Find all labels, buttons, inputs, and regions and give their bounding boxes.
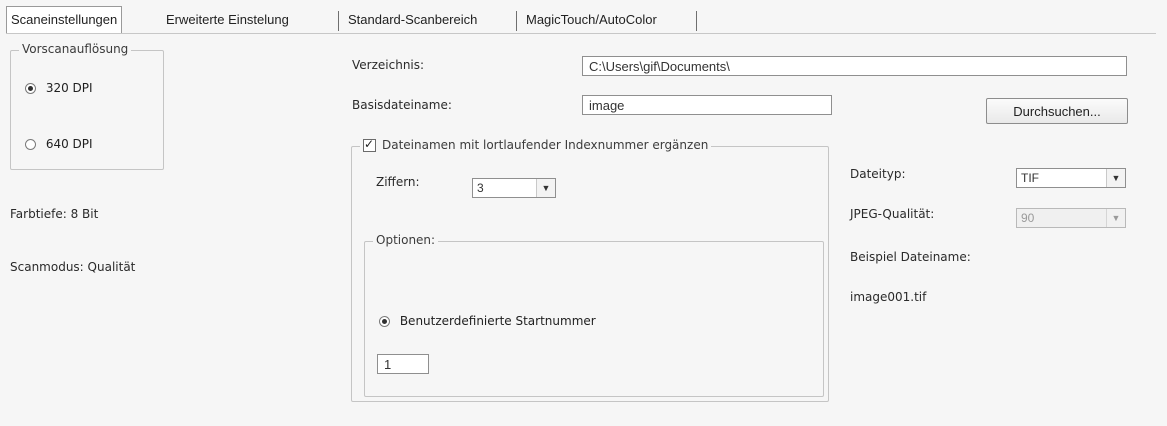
radio-button-icon[interactable] [25,83,36,94]
dropdown-arrow-icon: ▼ [1106,209,1125,227]
directory-input[interactable]: C:\Users\gif\Documents\ [582,56,1127,76]
start-number-value: 1 [384,356,392,372]
checkbox-icon[interactable] [363,137,376,152]
digits-label: Ziffern: [376,175,420,189]
dropdown-arrow-icon[interactable]: ▼ [536,179,555,197]
radio-640-dpi-label: 640 DPI [45,137,93,151]
tab-bar: Scaneinstellungen Erweiterte Einstelung … [6,6,1156,34]
tab-panel-border [6,33,1156,34]
preview-resolution-legend: Vorscanauflösung [19,42,132,56]
color-depth-text: Farbtiefe: 8 Bit [10,207,99,221]
browse-button-label: Durchsuchen... [1013,103,1101,119]
filetype-select[interactable]: TIF ▼ [1016,168,1126,188]
tab-separator [516,11,517,31]
index-checkbox-row[interactable]: Dateinamen mit lortlaufender Indexnummer… [360,137,712,152]
tab-label: Scaneinstellungen [11,12,118,27]
start-number-input[interactable]: 1 [377,354,429,374]
index-checkbox-label: Dateinamen mit lortlaufender Indexnummer… [382,138,709,152]
tab-scaneinstellungen[interactable]: Scaneinstellungen [6,6,123,34]
tab-magictouch-autocolor[interactable]: MagicTouch/AutoColor [522,8,661,32]
tab-standard-scanbereich[interactable]: Standard-Scanbereich [344,8,481,32]
tab-separator [696,11,697,31]
directory-label: Verzeichnis: [352,58,425,72]
tab-erweiterte-einstellung[interactable]: Erweiterte Einstelung [162,8,293,32]
preview-resolution-group: Vorscanauflösung 320 DPI 640 DPI [10,42,164,170]
dropdown-arrow-icon[interactable]: ▼ [1106,169,1125,187]
example-filename-label: Beispiel Dateiname: [850,250,971,264]
basename-label: Basisdateiname: [352,98,452,112]
options-group: Optionen: Benutzerdefinierte Startnummer… [364,233,824,397]
tab-label: MagicTouch/AutoColor [526,12,657,27]
options-legend: Optionen: [373,233,439,247]
radio-button-icon[interactable] [379,316,390,327]
digits-select[interactable]: 3 ▼ [472,178,556,198]
directory-value: C:\Users\gif\Documents\ [589,58,730,74]
radio-320-dpi-label: 320 DPI [45,81,93,95]
custom-start-number-label: Benutzerdefinierte Startnummer [399,314,596,328]
radio-640-dpi[interactable]: 640 DPI [25,137,93,151]
browse-button[interactable]: Durchsuchen... [986,98,1128,124]
jpeg-quality-select: 90 ▼ [1016,208,1126,228]
example-filename-value: image001.tif [850,290,927,304]
filetype-label: Dateityp: [850,167,906,181]
tab-separator [338,11,339,31]
radio-320-dpi[interactable]: 320 DPI [25,81,93,95]
radio-button-icon[interactable] [25,139,36,150]
jpeg-quality-value: 90 [1021,211,1035,225]
custom-start-number-radio[interactable]: Benutzerdefinierte Startnummer [379,314,596,328]
basename-input[interactable]: image [582,95,832,115]
basename-value: image [589,97,625,113]
tab-label: Erweiterte Einstelung [166,12,289,27]
jpeg-quality-label: JPEG-Qualität: [850,207,935,221]
filetype-value: TIF [1021,171,1039,185]
index-number-group: Dateinamen mit lortlaufender Indexnummer… [351,137,829,402]
tab-label: Standard-Scanbereich [348,12,478,27]
scan-mode-text: Scanmodus: Qualität [10,260,136,274]
digits-value: 3 [477,181,484,195]
